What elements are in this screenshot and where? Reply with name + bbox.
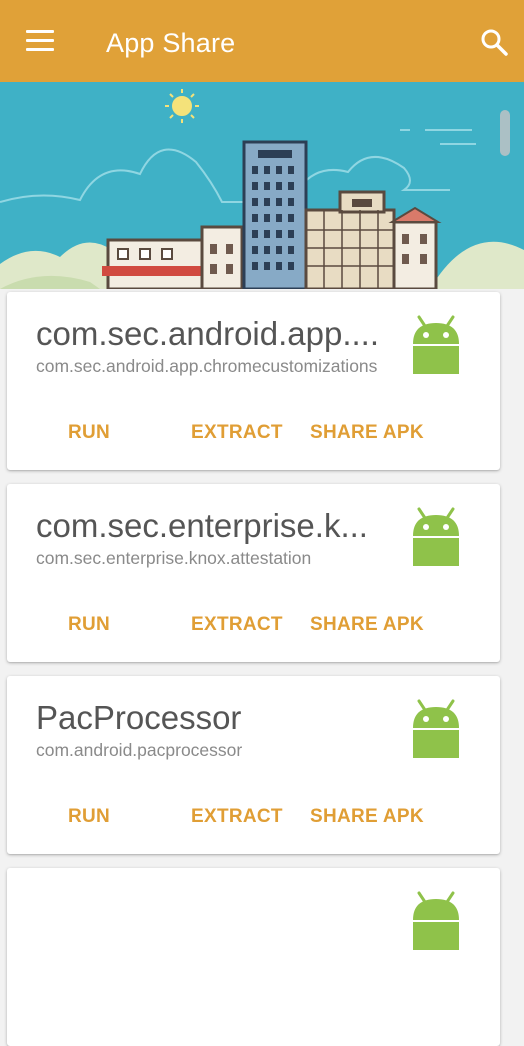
app-title: App Share <box>106 28 236 58</box>
app-bar: App Share <box>0 0 524 82</box>
app-name: com.sec.enterprise.k... <box>36 507 368 544</box>
package-name: com.sec.android.app.chromecustomizations <box>36 356 378 376</box>
share-apk-button[interactable]: SHARE APK <box>306 800 428 834</box>
app-card: PacProcessor com.android.pacprocessor RU… <box>7 676 500 854</box>
extract-button[interactable]: EXTRACT <box>187 608 287 642</box>
app-name: com.sec.android.app.... <box>36 315 380 352</box>
share-apk-button[interactable]: SHARE APK <box>306 608 428 642</box>
app-card: com.sec.android.app.... com.sec.android.… <box>7 292 500 470</box>
extract-button[interactable]: EXTRACT <box>187 416 287 450</box>
app-name: PacProcessor <box>36 699 242 736</box>
extract-button[interactable]: EXTRACT <box>187 800 287 834</box>
scrollbar-thumb[interactable] <box>500 110 510 156</box>
android-icon <box>413 699 459 758</box>
run-button[interactable]: RUN <box>64 416 114 450</box>
android-icon <box>413 315 459 374</box>
run-button[interactable]: RUN <box>64 800 114 834</box>
package-name: com.sec.enterprise.knox.attestation <box>36 548 312 568</box>
android-icon <box>413 891 459 950</box>
android-icon <box>413 507 459 566</box>
package-name: com.android.pacprocessor <box>36 740 243 760</box>
app-card-partial <box>7 868 500 1046</box>
share-apk-button[interactable]: SHARE APK <box>306 416 428 450</box>
search-icon[interactable] <box>478 26 510 58</box>
run-button[interactable]: RUN <box>64 608 114 642</box>
app-card: com.sec.enterprise.k... com.sec.enterpri… <box>7 484 500 662</box>
header-banner-illustration <box>0 82 524 289</box>
menu-icon[interactable] <box>24 28 56 54</box>
